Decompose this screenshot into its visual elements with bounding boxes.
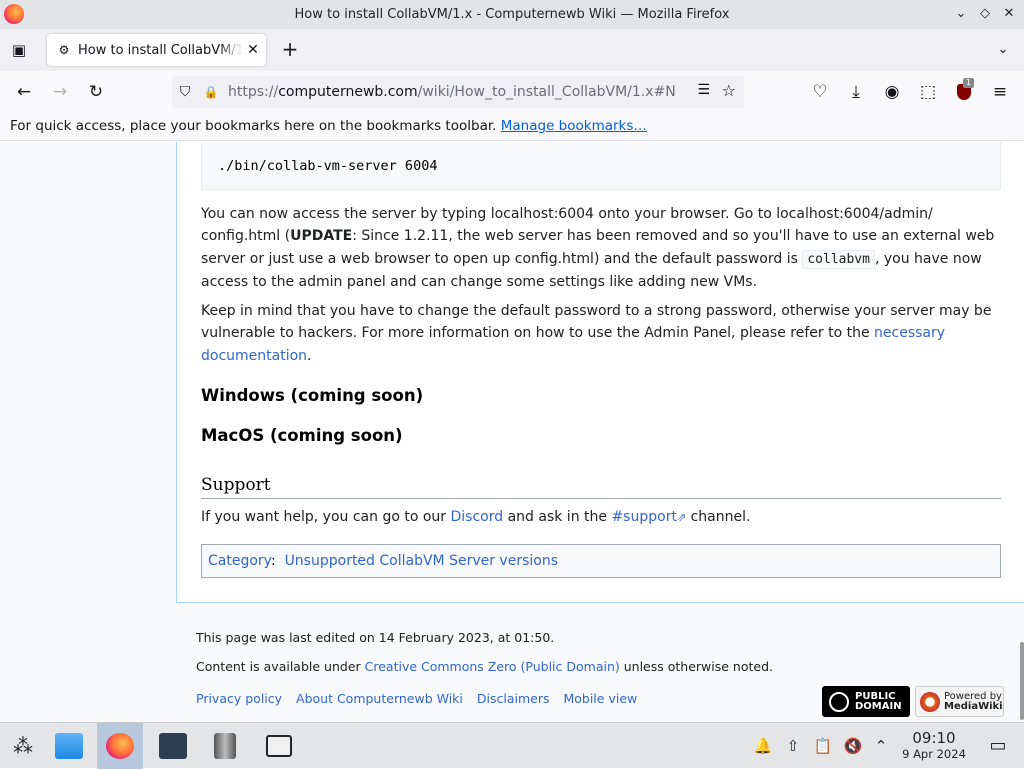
maximize-icon[interactable]: ◇ bbox=[975, 4, 995, 24]
url-text[interactable]: https://computernewb.com/wiki/How_to_ins… bbox=[228, 84, 678, 100]
tab-bar: ▣ ⚙ How to install CollabVM/1.x ✕ + ⌄ bbox=[0, 29, 1024, 71]
page-content: ./bin/collab-vm-server 6004 You can now … bbox=[0, 142, 1024, 722]
discord-link[interactable]: Discord bbox=[451, 509, 504, 525]
system-settings-icon[interactable] bbox=[150, 723, 196, 769]
page-scrollbar[interactable] bbox=[1020, 642, 1024, 720]
manage-bookmarks-link[interactable]: Manage bookmarks… bbox=[501, 118, 647, 134]
privacy-policy-link[interactable]: Privacy policy bbox=[196, 691, 282, 706]
reader-view-icon[interactable]: ☰ bbox=[697, 82, 710, 98]
file-manager-icon[interactable] bbox=[46, 723, 92, 769]
minimize-icon[interactable]: ⌄ bbox=[951, 4, 971, 24]
article-body: ./bin/collab-vm-server 6004 You can now … bbox=[176, 142, 1024, 603]
tab-active[interactable]: ⚙ How to install CollabVM/1.x ✕ bbox=[47, 34, 266, 66]
heading-macos: MacOS (coming soon) bbox=[201, 426, 403, 445]
tracking-shield-icon[interactable]: ⛉ bbox=[172, 84, 198, 100]
paragraph-password: Keep in mind that you have to change the… bbox=[201, 303, 992, 364]
disclaimers-link[interactable]: Disclaimers bbox=[477, 691, 550, 706]
tray-expand-icon[interactable]: ⌃ bbox=[871, 736, 891, 756]
heading-support: Support bbox=[201, 475, 1001, 499]
clock[interactable]: 09:10 9 Apr 2024 bbox=[900, 729, 968, 761]
clock-time: 09:10 bbox=[912, 729, 956, 747]
show-desktop-icon[interactable]: ▭ bbox=[988, 736, 1008, 756]
mobile-view-link[interactable]: Mobile view bbox=[563, 691, 637, 706]
support-channel-link[interactable]: #support⇗ bbox=[611, 509, 686, 525]
footer-license: Content is available under Creative Comm… bbox=[196, 659, 773, 674]
application-launcher-icon[interactable]: ⁂ bbox=[0, 723, 46, 769]
account-icon[interactable]: ◉ bbox=[880, 80, 904, 104]
public-domain-badge[interactable]: PUBLIC DOMAIN bbox=[822, 686, 910, 717]
extensions-icon[interactable]: ⬚ bbox=[916, 80, 940, 104]
category-label-link[interactable]: Category bbox=[208, 553, 271, 569]
window-overview-icon[interactable] bbox=[256, 723, 302, 769]
navigation-toolbar: ← → ↻ ⛉ 🔒 https://computernewb.com/wiki/… bbox=[0, 71, 1024, 113]
powered-by-mediawiki-badge[interactable]: Powered by MediaWiki bbox=[915, 686, 1004, 717]
clipboard-icon[interactable]: 📋 bbox=[813, 736, 833, 756]
firefox-view-icon[interactable]: ▣ bbox=[8, 39, 30, 61]
volume-muted-icon[interactable]: 🔇 bbox=[843, 736, 863, 756]
downloads-icon[interactable]: ⤓ bbox=[844, 80, 868, 104]
list-all-tabs-icon[interactable]: ⌄ bbox=[992, 39, 1014, 61]
new-tab-button[interactable]: + bbox=[279, 39, 301, 61]
reload-icon[interactable]: ↻ bbox=[84, 80, 108, 104]
category-links: Category: Unsupported CollabVM Server ve… bbox=[201, 544, 1001, 578]
ublock-addon-icon[interactable]: 1 bbox=[952, 78, 976, 104]
app-menu-icon[interactable]: ≡ bbox=[988, 80, 1012, 104]
footer-links: Privacy policy About Computernewb Wiki D… bbox=[196, 691, 637, 706]
paragraph-support: If you want help, you can go to our Disc… bbox=[201, 509, 751, 525]
lock-icon[interactable]: 🔒 bbox=[198, 85, 224, 99]
clock-date: 9 Apr 2024 bbox=[902, 747, 966, 761]
updates-icon[interactable]: ⇧ bbox=[783, 736, 803, 756]
site-favicon-icon: ⚙ bbox=[58, 43, 70, 57]
footer-last-edited: This page was last edited on 14 February… bbox=[196, 630, 555, 645]
window-titlebar: How to install CollabVM/1.x - Computerne… bbox=[0, 0, 1024, 29]
paragraph-access: You can now access the server by typing … bbox=[201, 206, 995, 290]
category-value-link[interactable]: Unsupported CollabVM Server versions bbox=[285, 553, 558, 569]
window-title: How to install CollabVM/1.x - Computerne… bbox=[294, 7, 730, 22]
password-code: collabvm bbox=[802, 249, 875, 269]
license-link[interactable]: Creative Commons Zero (Public Domain) bbox=[365, 659, 620, 674]
notifications-icon[interactable]: 🔔 bbox=[753, 736, 773, 756]
about-link[interactable]: About Computernewb Wiki bbox=[296, 691, 463, 706]
url-bar[interactable]: ⛉ 🔒 https://computernewb.com/wiki/How_to… bbox=[172, 76, 744, 108]
pocket-icon[interactable]: ♡ bbox=[808, 80, 832, 104]
external-link-icon: ⇗ bbox=[676, 511, 687, 524]
code-block: ./bin/collab-vm-server 6004 bbox=[201, 142, 1001, 190]
tab-close-icon[interactable]: ✕ bbox=[245, 42, 261, 58]
addon-badge: 1 bbox=[963, 78, 975, 88]
firefox-taskbar-icon[interactable] bbox=[97, 723, 143, 769]
taskbar: ⁂ 🔔 ⇧ 📋 🔇 ⌃ 09:10 9 Apr 2024 ▭ bbox=[0, 722, 1024, 769]
firefox-logo-icon bbox=[4, 4, 24, 24]
tab-title: How to install CollabVM/1.x bbox=[78, 42, 243, 58]
forward-icon[interactable]: → bbox=[48, 80, 72, 104]
heading-windows: Windows (coming soon) bbox=[201, 386, 424, 405]
bookmarks-toolbar: For quick access, place your bookmarks h… bbox=[0, 113, 1024, 141]
bookmarks-hint: For quick access, place your bookmarks h… bbox=[10, 118, 497, 134]
bookmark-star-icon[interactable]: ☆ bbox=[722, 81, 736, 100]
archive-manager-icon[interactable] bbox=[202, 723, 248, 769]
back-icon[interactable]: ← bbox=[12, 80, 36, 104]
close-window-icon[interactable]: ✕ bbox=[999, 4, 1019, 24]
